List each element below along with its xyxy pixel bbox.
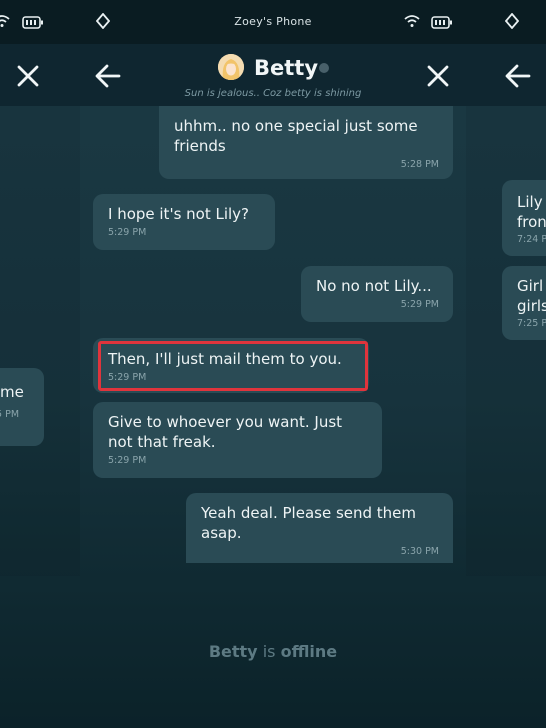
message-text: me xyxy=(0,383,24,401)
offline-contact-name: Betty xyxy=(208,642,258,661)
message-text: Girl girls xyxy=(517,277,546,315)
right-chat-panel xyxy=(466,106,546,576)
status-bar: Zoey's Phone xyxy=(0,0,546,44)
message-time: 5:28 PM xyxy=(400,159,439,170)
status-dot xyxy=(319,63,329,73)
close-icon[interactable] xyxy=(14,62,42,90)
message-time: 7:24 P xyxy=(517,234,546,245)
left-chat-panel xyxy=(0,106,80,576)
message-time: 5:29 PM xyxy=(400,299,439,310)
message-text: Lily fron xyxy=(517,193,546,231)
diamond-icon xyxy=(504,12,520,33)
message-bubble-outgoing[interactable]: Yeah deal. Please send them asap. 5:30 P… xyxy=(186,493,453,563)
offline-state: offline xyxy=(280,642,338,661)
offline-is: is xyxy=(262,642,276,661)
message-bubble-incoming[interactable]: Then, I'll just mail them to you. 5:29 P… xyxy=(93,338,369,393)
message-time: 25 PM xyxy=(0,409,20,420)
back-arrow-icon[interactable] xyxy=(504,62,532,90)
message-text: No no not Lily... xyxy=(316,277,432,295)
message-time: 5:29 PM xyxy=(108,372,147,383)
contact-status-message: Sun is jealous.. Coz betty is shining xyxy=(184,88,362,99)
message-text: I hope it's not Lily? xyxy=(108,205,250,223)
message-bubble-outgoing[interactable]: uhhm.. no one special just some friends … xyxy=(159,106,453,179)
wifi-icon xyxy=(404,13,420,32)
phone-title: Zoey's Phone xyxy=(234,15,312,28)
message-text: Then, I'll just mail them to you. xyxy=(108,350,342,368)
message-text: Give to whoever you want. Just not that … xyxy=(108,413,343,451)
offline-status: Betty is offline xyxy=(0,642,546,661)
message-text: Yeah deal. Please send them asap. xyxy=(201,504,417,542)
message-time: 7:25 P xyxy=(517,318,546,329)
message-time: 5:30 PM xyxy=(400,546,439,557)
message-bubble-incoming[interactable]: Give to whoever you want. Just not that … xyxy=(93,402,382,478)
message-bubble[interactable]: Girl girls 7:25 P xyxy=(502,266,546,340)
message-time: 5:29 PM xyxy=(108,455,147,466)
message-bubble[interactable]: Lily fron 7:24 P xyxy=(502,180,546,256)
battery-icon xyxy=(431,14,453,33)
message-bubble-incoming[interactable]: I hope it's not Lily? 5:29 PM xyxy=(93,194,275,250)
avatar[interactable] xyxy=(218,54,244,80)
message-time: 5:29 PM xyxy=(108,227,147,238)
message-text: uhhm.. no one special just some friends xyxy=(174,117,418,155)
close-icon[interactable] xyxy=(424,62,452,90)
message-bubble[interactable]: me 25 PM xyxy=(0,368,44,446)
contact-name[interactable]: Betty xyxy=(254,56,318,80)
back-arrow-icon[interactable] xyxy=(94,62,122,90)
message-bubble-outgoing[interactable]: No no not Lily... 5:29 PM xyxy=(301,266,453,322)
